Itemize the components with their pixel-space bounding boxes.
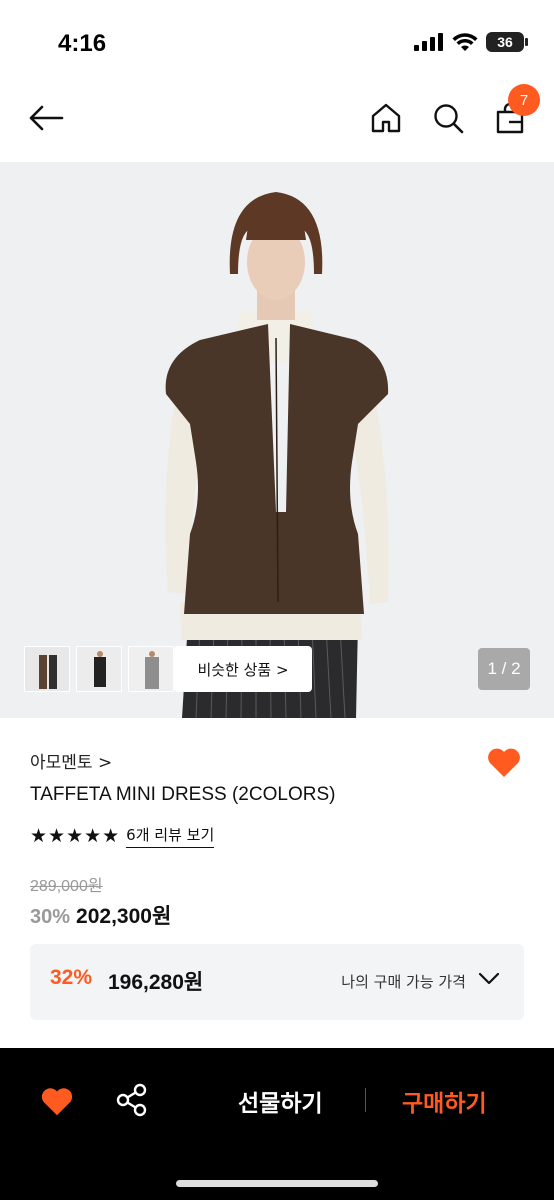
- search-icon: [434, 104, 464, 134]
- gift-button[interactable]: 선물하기: [238, 1084, 323, 1118]
- top-nav: 7: [0, 82, 554, 158]
- arrow-left-icon: [29, 105, 64, 131]
- chevron-down-icon: [478, 972, 500, 985]
- best-discount-percent: 32%: [50, 966, 93, 989]
- thumbnail-2[interactable]: [76, 646, 122, 692]
- home-button[interactable]: [364, 96, 408, 140]
- status-bar: 4:16 36: [0, 0, 554, 80]
- image-page-indicator: 1 / 2: [478, 648, 530, 690]
- share-icon: [116, 1083, 147, 1117]
- original-price: 289,000원: [30, 878, 103, 895]
- buy-button[interactable]: 구매하기: [402, 1084, 487, 1118]
- discount-percent: 30%: [30, 906, 71, 928]
- product-image[interactable]: [0, 162, 554, 718]
- best-price-panel[interactable]: 32% 196,280원 나의 구매 가능 가격: [30, 944, 524, 1020]
- cart-count-badge: 7: [508, 84, 540, 116]
- bottom-wishlist-button[interactable]: [38, 1082, 76, 1120]
- sale-price-row: 30% 202,300원: [30, 900, 171, 930]
- search-button[interactable]: [426, 96, 470, 140]
- home-indicator: [176, 1180, 378, 1187]
- similar-products-button[interactable]: 비슷한 상품 >: [174, 646, 312, 692]
- product-photo-illustration: [0, 162, 554, 718]
- bar-divider: [365, 1088, 366, 1112]
- heart-icon: [41, 1088, 73, 1116]
- product-name: TAFFETA MINI DRESS (2COLORS): [30, 784, 336, 805]
- status-icons: 36: [414, 32, 528, 52]
- bottom-action-bar: 선물하기 구매하기: [0, 1048, 554, 1200]
- cart-button[interactable]: 7: [488, 84, 540, 140]
- share-button[interactable]: [114, 1082, 152, 1120]
- thumbnail-strip: [24, 646, 174, 692]
- best-price: 196,280원: [108, 971, 204, 994]
- thumbnail-image: [129, 647, 173, 691]
- status-time: 4:16: [58, 30, 107, 57]
- brand-link[interactable]: 아모멘토 >: [30, 748, 112, 773]
- thumbnail-image: [25, 647, 69, 691]
- thumbnail-image: [77, 647, 121, 691]
- back-button[interactable]: [24, 96, 68, 140]
- wifi-icon: [452, 32, 478, 51]
- cellular-signal-icon: [414, 33, 443, 51]
- home-icon: [371, 103, 401, 133]
- wishlist-button[interactable]: [484, 742, 524, 782]
- best-price-label: 나의 구매 가능 가격: [341, 973, 466, 991]
- heart-icon: [488, 748, 520, 777]
- rating-row: ★★★★★ 6개 리뷰 보기: [30, 824, 215, 848]
- thumbnail-3[interactable]: [128, 646, 174, 692]
- thumbnail-1[interactable]: [24, 646, 70, 692]
- star-rating: ★★★★★: [30, 825, 121, 847]
- battery-icon: 36: [486, 32, 528, 52]
- review-link[interactable]: 6개 리뷰 보기: [126, 824, 215, 848]
- sale-price: 202,300원: [76, 905, 172, 928]
